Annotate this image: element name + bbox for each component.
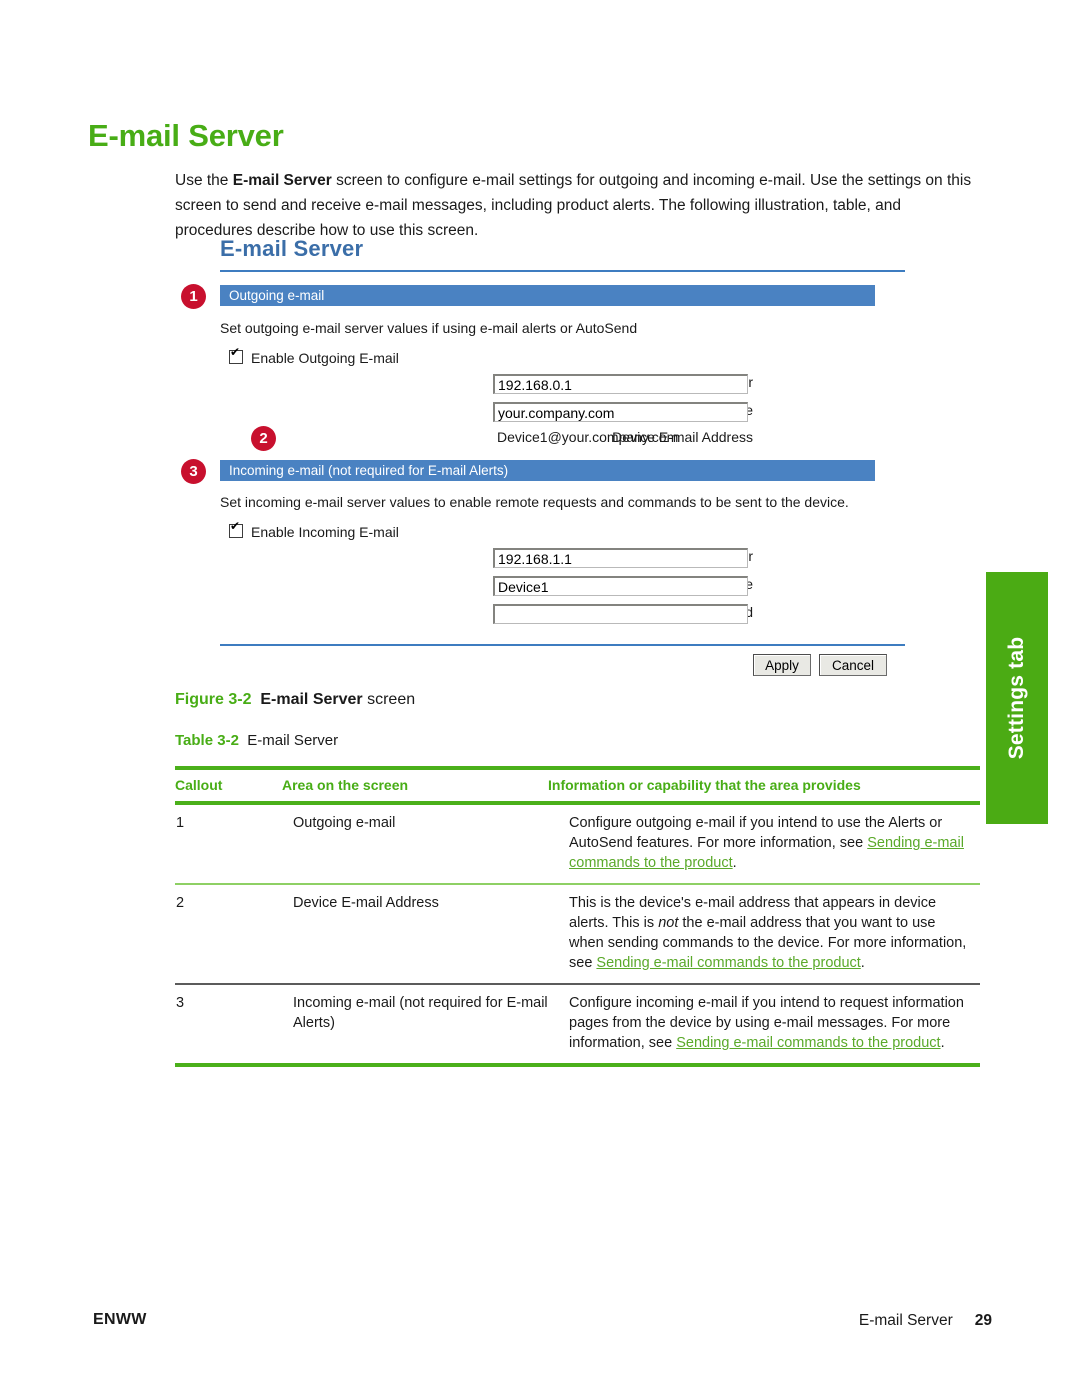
column-header-callout: Callout	[175, 777, 223, 793]
table-header-row: Callout Area on the screen Information o…	[175, 770, 980, 801]
table-caption-text: E-mail Server	[247, 732, 339, 749]
table-row: 2 Device E-mail Address This is the devi…	[175, 885, 980, 983]
domain-name-input[interactable]	[493, 402, 748, 422]
cell-area: Incoming e-mail (not required for E-mail…	[293, 995, 548, 1031]
cell-callout: 1	[176, 815, 185, 831]
callout-marker-3: 3	[181, 459, 206, 484]
figure-caption: Figure 3-2 E-mail Server screen	[175, 691, 415, 709]
section-description-incoming: Set incoming e-mail server values to ena…	[220, 494, 849, 510]
checkbox-checked-icon[interactable]	[229, 346, 243, 364]
cell-area: Outgoing e-mail	[293, 815, 396, 831]
intro-text-bold: E-mail Server	[232, 171, 332, 189]
table-row: 3 Incoming e-mail (not required for E-ma…	[175, 985, 980, 1063]
cell-info: Configure outgoing e-mail if you intend …	[569, 805, 980, 883]
side-tab-label: Settings tab	[1005, 636, 1028, 760]
enable-incoming-email-checkbox-row[interactable]: Enable Incoming E-mail	[229, 520, 399, 540]
footer-page-number: 29	[974, 1312, 992, 1329]
footer-section-title: E-mail Server	[858, 1312, 953, 1329]
table-header: Callout Area on the screen Information o…	[175, 770, 980, 801]
figure-email-server-screen: E-mail Server 1 2 3 Outgoing e-mail Set …	[175, 232, 905, 684]
password-input[interactable]	[493, 604, 748, 624]
figure-caption-rest: screen	[362, 691, 416, 708]
screen-title: E-mail Server	[220, 236, 364, 261]
cell-info: Configure incoming e-mail if you intend …	[569, 985, 980, 1063]
checkbox-checked-icon[interactable]	[229, 520, 243, 538]
callout-marker-2: 2	[251, 426, 276, 451]
screen-title-divider	[220, 270, 905, 272]
cell-info-text-end: .	[732, 855, 737, 871]
cell-area: Device E-mail Address	[293, 895, 439, 911]
device-pop3-username-input[interactable]	[493, 576, 748, 596]
footer-locale: ENWW	[93, 1311, 147, 1328]
table-bottom-rule	[175, 1063, 980, 1067]
cell-callout: 3	[176, 995, 185, 1011]
table-caption-number: Table 3-2	[175, 732, 239, 749]
cell-info-text-end: .	[940, 1035, 945, 1051]
apply-button[interactable]: Apply	[753, 654, 811, 676]
side-tab-settings: Settings tab	[986, 572, 1048, 824]
cross-reference-link[interactable]: Sending e-mail commands to the product	[676, 1035, 940, 1051]
cancel-button[interactable]: Cancel	[819, 654, 887, 676]
cell-info-emphasis: not	[658, 915, 679, 931]
section-description-outgoing: Set outgoing e-mail server values if usi…	[220, 320, 638, 336]
pop3-server-input[interactable]	[493, 548, 748, 568]
section-header-incoming-email: Incoming e-mail (not required for E-mail…	[220, 460, 875, 481]
footer-right: E-mail Server 29	[859, 1312, 992, 1330]
device-email-address-value: Device1@your.company.com	[497, 429, 679, 445]
screen-footer-divider	[220, 644, 905, 646]
intro-text-pre: Use the	[175, 171, 233, 189]
figure-caption-bold: E-mail Server	[260, 691, 363, 708]
cell-callout: 2	[176, 895, 185, 911]
cell-info: This is the device's e-mail address that…	[569, 885, 980, 983]
cross-reference-link[interactable]: Sending e-mail commands to the product	[596, 955, 860, 971]
enable-incoming-email-label: Enable Incoming E-mail	[251, 524, 399, 540]
cell-info-text-end: .	[860, 955, 865, 971]
callout-marker-1: 1	[181, 284, 206, 309]
smtp-server-input[interactable]	[493, 374, 748, 394]
table-caption: Table 3-2 E-mail Server	[175, 732, 338, 749]
enable-outgoing-email-label: Enable Outgoing E-mail	[251, 350, 399, 366]
column-header-info: Information or capability that the area …	[548, 777, 861, 793]
figure-caption-number: Figure 3-2	[175, 691, 252, 708]
table-row: 1 Outgoing e-mail Configure outgoing e-m…	[175, 805, 980, 883]
enable-outgoing-email-checkbox-row[interactable]: Enable Outgoing E-mail	[229, 346, 399, 366]
page-title: E-mail Server	[88, 117, 284, 153]
section-header-outgoing-email: Outgoing e-mail	[220, 285, 875, 306]
callout-table: Callout Area on the screen Information o…	[175, 766, 980, 1067]
column-header-area: Area on the screen	[282, 777, 409, 793]
